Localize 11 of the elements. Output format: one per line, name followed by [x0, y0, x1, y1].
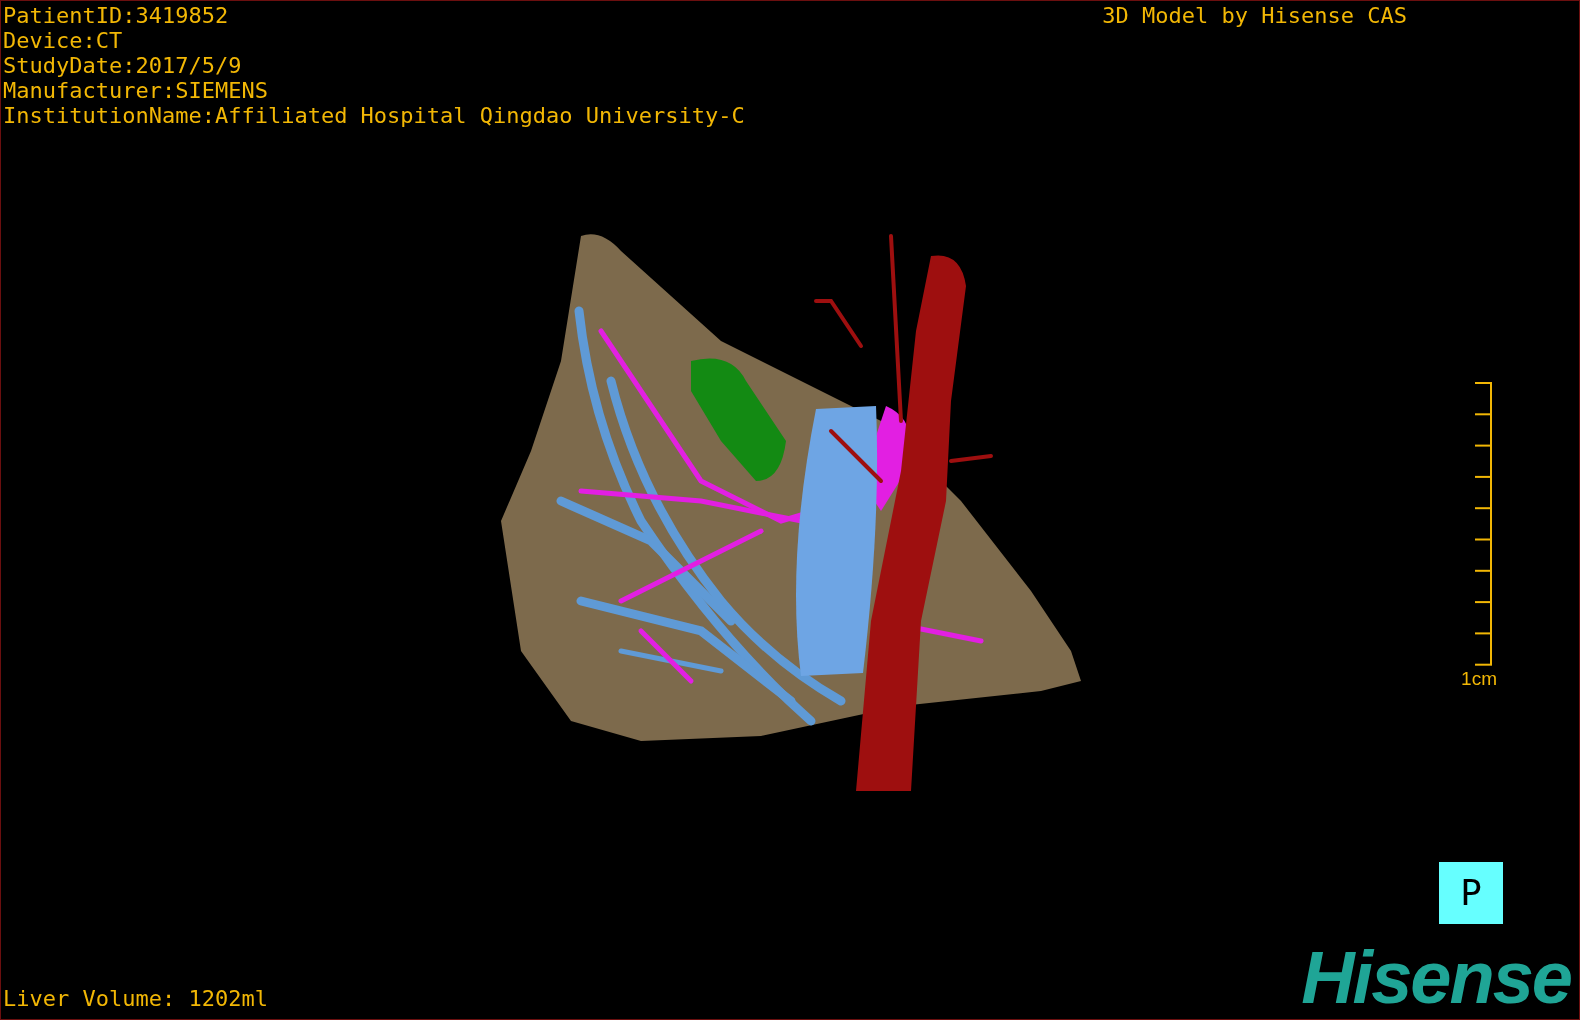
scale-label: 1cm	[1461, 667, 1497, 691]
patient-info-text: StudyDate:2017/5/9	[3, 53, 243, 78]
brand-logo: Hisense	[1301, 947, 1571, 1009]
patient-info-text: PatientID:3419852	[3, 3, 230, 28]
scale-bar-icon	[1474, 382, 1493, 666]
liver-volume-label: Liver Volume: 1202ml	[3, 986, 268, 1011]
orientation-button[interactable]: P	[1439, 862, 1503, 924]
patient-info-text: Device:CT	[3, 28, 124, 53]
patient-info-text: Manufacturer:SIEMENS	[3, 78, 269, 103]
patient-info-text: InstitutionName:Affiliated Hospital Qingdao University-C	[3, 103, 745, 128]
viewer-title: 3D Model by Hisense CAS	[1102, 3, 1407, 28]
